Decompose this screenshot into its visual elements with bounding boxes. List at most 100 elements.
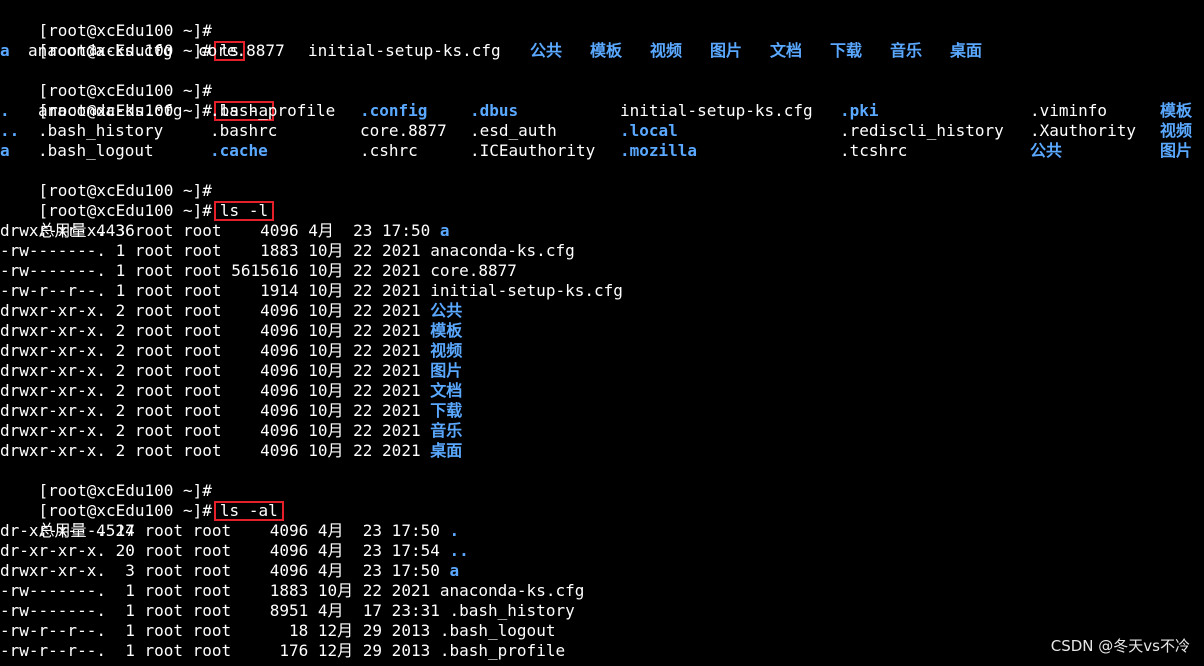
- prompt-line: [root@xcEdu100 ~]#: [0, 161, 1204, 200]
- file-metadata: dr-xr-xr-x. 20 root root 4096 4月 23 17:5…: [0, 541, 450, 560]
- file-entry: core.8877: [360, 121, 447, 140]
- listing-row: -rw-r--r--. 1 root root 1914 10月 22 2021…: [0, 281, 1204, 301]
- listing-row: drwxr-xr-x. 2 root root 4096 10月 22 2021…: [0, 441, 1204, 461]
- file-metadata: drwxr-xr-x. 2 root root 4096 10月 22 2021: [0, 421, 431, 440]
- file-entry: .bash_profile: [210, 101, 336, 120]
- directory-entry: 下载: [430, 401, 463, 420]
- command-line-ls-a: [root@xcEdu100 ~]# ls -a: [0, 81, 1204, 121]
- file-entry: core.8877: [198, 41, 285, 60]
- file-entry: .cshrc: [360, 141, 418, 160]
- terminal-window[interactable]: [root@xcEdu100 ~]# [root@xcEdu100 ~]# ls …: [0, 1, 1204, 666]
- directory-entry: 模板: [590, 41, 623, 60]
- listing-row: -rw-------. 1 root root 1883 10月 22 2021…: [0, 581, 1204, 601]
- file-metadata: -rw-------. 1 root root 5615616 10月 22 2…: [0, 261, 431, 280]
- listing-row: dr-xr-xr-x. 20 root root 4096 4月 23 17:5…: [0, 541, 1204, 561]
- directory-entry: 下载: [830, 41, 863, 60]
- file-metadata: drwxr-xr-x. 2 root root 4096 10月 22 2021: [0, 341, 431, 360]
- file-metadata: drwxr-xr-x. 2 root root 4096 10月 22 2021: [0, 401, 431, 420]
- listing-row: -rw-------. 1 root root 5615616 10月 22 2…: [0, 261, 1204, 281]
- file-entry: initial-setup-ks.cfg: [430, 281, 623, 300]
- directory-entry: 桌面: [430, 441, 463, 460]
- file-metadata: drwxr-xr-x. 2 root root 4096 10月 22 2021: [0, 381, 431, 400]
- file-entry: anaconda-ks.cfg: [439, 581, 585, 600]
- file-metadata: -rw-r--r--. 1 root root 1914 10月 22 2021: [0, 281, 431, 300]
- listing-row: drwxr-xr-x. 2 root root 4096 10月 22 2021…: [0, 401, 1204, 421]
- file-entry: initial-setup-ks.cfg: [620, 101, 813, 120]
- file-metadata: drwxr-xr-x. 3 root root 4096 4月 23 17:50: [0, 561, 450, 580]
- directory-entry: .pki: [840, 101, 879, 120]
- command-line-ls: [root@xcEdu100 ~]# ls: [0, 21, 1204, 61]
- directory-entry: 公共: [430, 301, 463, 320]
- file-metadata: drwxr-xr-x. 2 root root 4096 10月 22 2021: [0, 301, 431, 320]
- directory-entry: 音乐: [890, 41, 923, 60]
- file-entry: .Xauthority: [1030, 121, 1136, 140]
- file-entry: .viminfo: [1030, 101, 1108, 120]
- directory-entry: a: [0, 141, 10, 160]
- file-entry: anaconda-ks.cfg: [430, 241, 575, 260]
- file-entry: .bashrc: [210, 121, 278, 140]
- file-metadata: dr-xr-x---. 17 root root 4096 4月 23 17:5…: [0, 521, 450, 540]
- ls-a-output-row: .. .bash_history .bashrc core.8877 .esd_auth…: [0, 121, 1204, 141]
- file-entry: .rediscli_history: [840, 121, 1004, 140]
- ls-output-line: a anaconda-ks.cfg core.8877 initial-setup-k…: [0, 41, 1204, 61]
- directory-entry: 文档: [770, 41, 803, 60]
- directory-entry: 图片: [710, 41, 743, 60]
- directory-entry: 图片: [430, 361, 463, 380]
- prompt-line: [root@xcEdu100 ~]#: [0, 1, 1204, 40]
- directory-entry: a: [0, 41, 10, 60]
- listing-row: drwxr-xr-x. 2 root root 4096 10月 22 2021…: [0, 341, 1204, 361]
- directory-entry: .local: [620, 121, 678, 140]
- directory-entry: 图片: [1160, 141, 1193, 160]
- file-entry: .bash_logout: [38, 141, 154, 160]
- listing-row: drwxr-xr-x. 2 root root 4096 10月 22 2021…: [0, 321, 1204, 341]
- directory-entry: 音乐: [430, 421, 463, 440]
- file-metadata: -rw-------. 1 root root 1883 10月 22 2021: [0, 241, 431, 260]
- listing-row: -rw-r--r--. 1 root root 18 12月 29 2013 .…: [0, 621, 1204, 641]
- file-entry: .bash_profile: [439, 641, 566, 660]
- listing-row: drwxr-xr-x. 2 root root 4096 10月 22 2021…: [0, 301, 1204, 321]
- directory-entry: 视频: [430, 341, 463, 360]
- file-entry: initial-setup-ks.cfg: [308, 41, 501, 60]
- file-entry: .bash_logout: [439, 621, 556, 640]
- prompt-line: [root@xcEdu100 ~]#: [0, 461, 1204, 500]
- file-entry: core.8877: [430, 261, 517, 280]
- directory-entry: ..: [449, 541, 469, 560]
- directory-entry: .dbus: [470, 101, 519, 120]
- directory-entry: 公共: [1030, 141, 1063, 160]
- file-entry: anaconda-ks.cfg: [28, 41, 173, 60]
- directory-entry: 模板: [1160, 101, 1193, 120]
- csdn-watermark: CSDN @冬天vs不冷: [1050, 637, 1190, 655]
- file-entry: .ICEauthority: [470, 141, 596, 160]
- ls-al-listing: dr-xr-x---. 17 root root 4096 4月 23 17:5…: [0, 521, 1204, 661]
- directory-entry: ..: [0, 121, 20, 140]
- listing-row: drwxr-xr-x. 3 root root 4096 4月 23 17:50…: [0, 561, 1204, 581]
- file-entry: .tcshrc: [840, 141, 908, 160]
- file-entry: .esd_auth: [470, 121, 557, 140]
- file-entry: .bash_history: [449, 601, 575, 620]
- directory-entry: .mozilla: [620, 141, 698, 160]
- command-line-ls-al: [root@xcEdu100 ~]# ls -al: [0, 481, 1204, 521]
- listing-row: dr-xr-x---. 17 root root 4096 4月 23 17:5…: [0, 521, 1204, 541]
- file-entry: .bash_history: [38, 121, 164, 140]
- ls-a-output-row: . anaconda-ks.cfg .bash_profile .config .dbu…: [0, 101, 1204, 121]
- directory-entry: .: [449, 521, 460, 540]
- listing-row: -rw-------. 1 root root 1883 10月 22 2021…: [0, 241, 1204, 261]
- file-metadata: drwxr-xr-x. 2 root root 4096 10月 22 2021: [0, 361, 431, 380]
- ls-l-total: 总用量 4436: [0, 201, 1204, 240]
- listing-row: drwxr-xr-x. 2 root root 4096 10月 22 2021…: [0, 361, 1204, 381]
- listing-row: -rw-r--r--. 1 root root 176 12月 29 2013 …: [0, 641, 1204, 661]
- ls-a-output-row: a .bash_logout .cache .cshrc .ICEauthority .m…: [0, 141, 1204, 161]
- file-metadata: drwxr-xr-x. 2 root root 4096 10月 22 2021: [0, 441, 431, 460]
- file-metadata: -rw-------. 1 root root 1883 10月 22 2021: [0, 581, 440, 600]
- file-metadata: drwxr-xr-x. 3 root root 4096 4月 23 17:50: [0, 221, 440, 240]
- listing-row: drwxr-xr-x. 3 root root 4096 4月 23 17:50…: [0, 221, 1204, 241]
- file-metadata: -rw-r--r--. 1 root root 18 12月 29 2013: [0, 621, 440, 640]
- file-entry: anaconda-ks.cfg: [38, 101, 183, 120]
- directory-entry: .cache: [210, 141, 268, 160]
- directory-entry: 视频: [1160, 121, 1193, 140]
- directory-entry: a: [439, 221, 450, 240]
- directory-entry: a: [449, 561, 460, 580]
- file-metadata: -rw-r--r--. 1 root root 176 12月 29 2013: [0, 641, 440, 660]
- listing-row: -rw-------. 1 root root 8951 4月 17 23:31…: [0, 601, 1204, 621]
- prompt-line: [root@xcEdu100 ~]#: [0, 61, 1204, 100]
